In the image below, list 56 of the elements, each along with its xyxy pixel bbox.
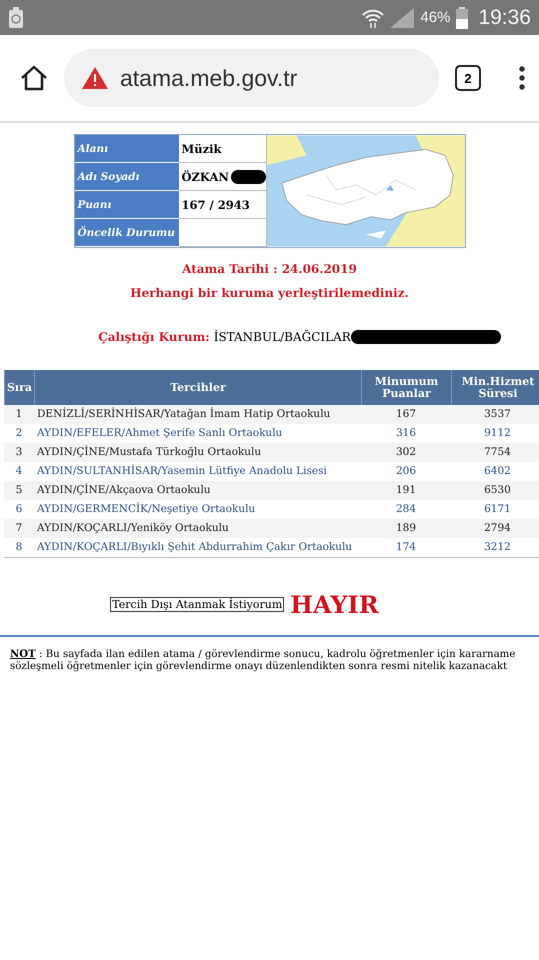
address-bar[interactable]: atama.meb.gov.tr: [64, 49, 439, 107]
table-cell-text: 2794: [483, 520, 512, 536]
table-cell-text: 191: [394, 482, 418, 498]
table-cell-text: 1: [14, 406, 24, 422]
signal-icon: [390, 8, 414, 28]
table-cell-text: 167: [394, 406, 418, 422]
table-cell-text: 302: [394, 444, 418, 460]
table-cell-text: 6: [14, 502, 24, 517]
table-cell-text: 6530: [483, 482, 512, 498]
table-cell-text: 2: [14, 426, 24, 441]
institution-value: İSTANBUL/BAĞCILAR: [214, 330, 351, 344]
table-cell-text: AYDIN/GERMENCİK/Neşetiye Ortaokulu: [36, 502, 256, 517]
table-cell-text: DENİZLİ/SERİNHİSAR/Yatağan İmam Hatip Ortaokulu: [36, 406, 332, 422]
table-cell-text: 3: [14, 444, 24, 460]
assignment-date: Atama Tarihi : 24.06.2019: [182, 262, 357, 276]
table-cell-text: AYDIN/ÇİNE/Akçaova Ortaokulu: [36, 482, 212, 498]
table-cell-text: AYDIN/EFELER/Ahmet Şerife Sanlı Ortaokulu: [36, 426, 284, 441]
clock-time: 19:36: [478, 6, 531, 30]
table-cell-text: 284: [394, 502, 418, 517]
table-cell-text: 174: [394, 540, 418, 555]
table-cell-text: 7: [14, 520, 24, 536]
info-label: Öncelik Durumu: [74, 219, 178, 247]
preference-answer: HAYIR: [290, 590, 379, 619]
table-cell-text: 5: [14, 482, 24, 498]
table-cell-text: 206: [394, 464, 418, 479]
table-cell-text: 6402: [483, 464, 512, 479]
table-cell-text: 7754: [483, 444, 512, 460]
table-cell-text: 6171: [483, 502, 512, 517]
info-label: Puanı: [74, 191, 178, 219]
note-text: sözleşmeli öğretmenler için görevlendirme onayı düzenlendikten sonra resmi nitelik kazanacakt: [10, 660, 508, 672]
battery-percent: 46%: [420, 9, 450, 26]
table-cell-text: 4: [14, 464, 24, 479]
tab-count-button[interactable]: 2: [455, 65, 481, 91]
table-cell-text: 3212: [483, 540, 512, 555]
table-cell-text: AYDIN/ÇİNE/Mustafa Türkoğlu Ortaokulu: [36, 444, 262, 460]
home-icon[interactable]: [20, 65, 48, 91]
table-cell-text: AYDIN/KOÇARLI/Yeniköy Ortaokulu: [36, 520, 230, 536]
institution-label: Çalıştığı Kurum:: [98, 330, 210, 344]
url-text: atama.meb.gov.tr: [120, 64, 298, 92]
table-cell-text: 316: [394, 426, 418, 441]
table-cell-text: AYDIN/KOÇARLI/Bıyıklı Şehit Abdurrahim Çakır Ortaokulu: [36, 540, 354, 555]
warning-icon[interactable]: [82, 67, 108, 89]
menu-icon[interactable]: [519, 66, 525, 90]
info-label: Alanı: [74, 135, 178, 163]
note-text: NOT : Bu sayfada ilan edilen atama / görevlendirme sonucu, kadrolu öğretmenler için kararname: [10, 649, 516, 661]
info-value: ÖZKAN: [178, 163, 266, 191]
table-cell-text: AYDIN/SULTANHİSAR/Yasemin Lütfiye Anadolu Lisesi: [36, 464, 328, 479]
redaction-mark: [230, 170, 266, 184]
info-label: Adı Soyadı: [74, 163, 178, 191]
result-message: Herhangi bir kuruma yerleştirilemediniz.: [130, 286, 409, 300]
table-cell-text: 189: [394, 520, 418, 536]
battery-icon: [456, 6, 468, 28]
table-cell-text: 8: [14, 540, 24, 555]
table-cell-text: 9112: [483, 426, 512, 441]
table-cell-text: 3537: [483, 406, 512, 422]
preference-label: Tercih Dışı Atanmak İstiyorum: [110, 597, 284, 612]
